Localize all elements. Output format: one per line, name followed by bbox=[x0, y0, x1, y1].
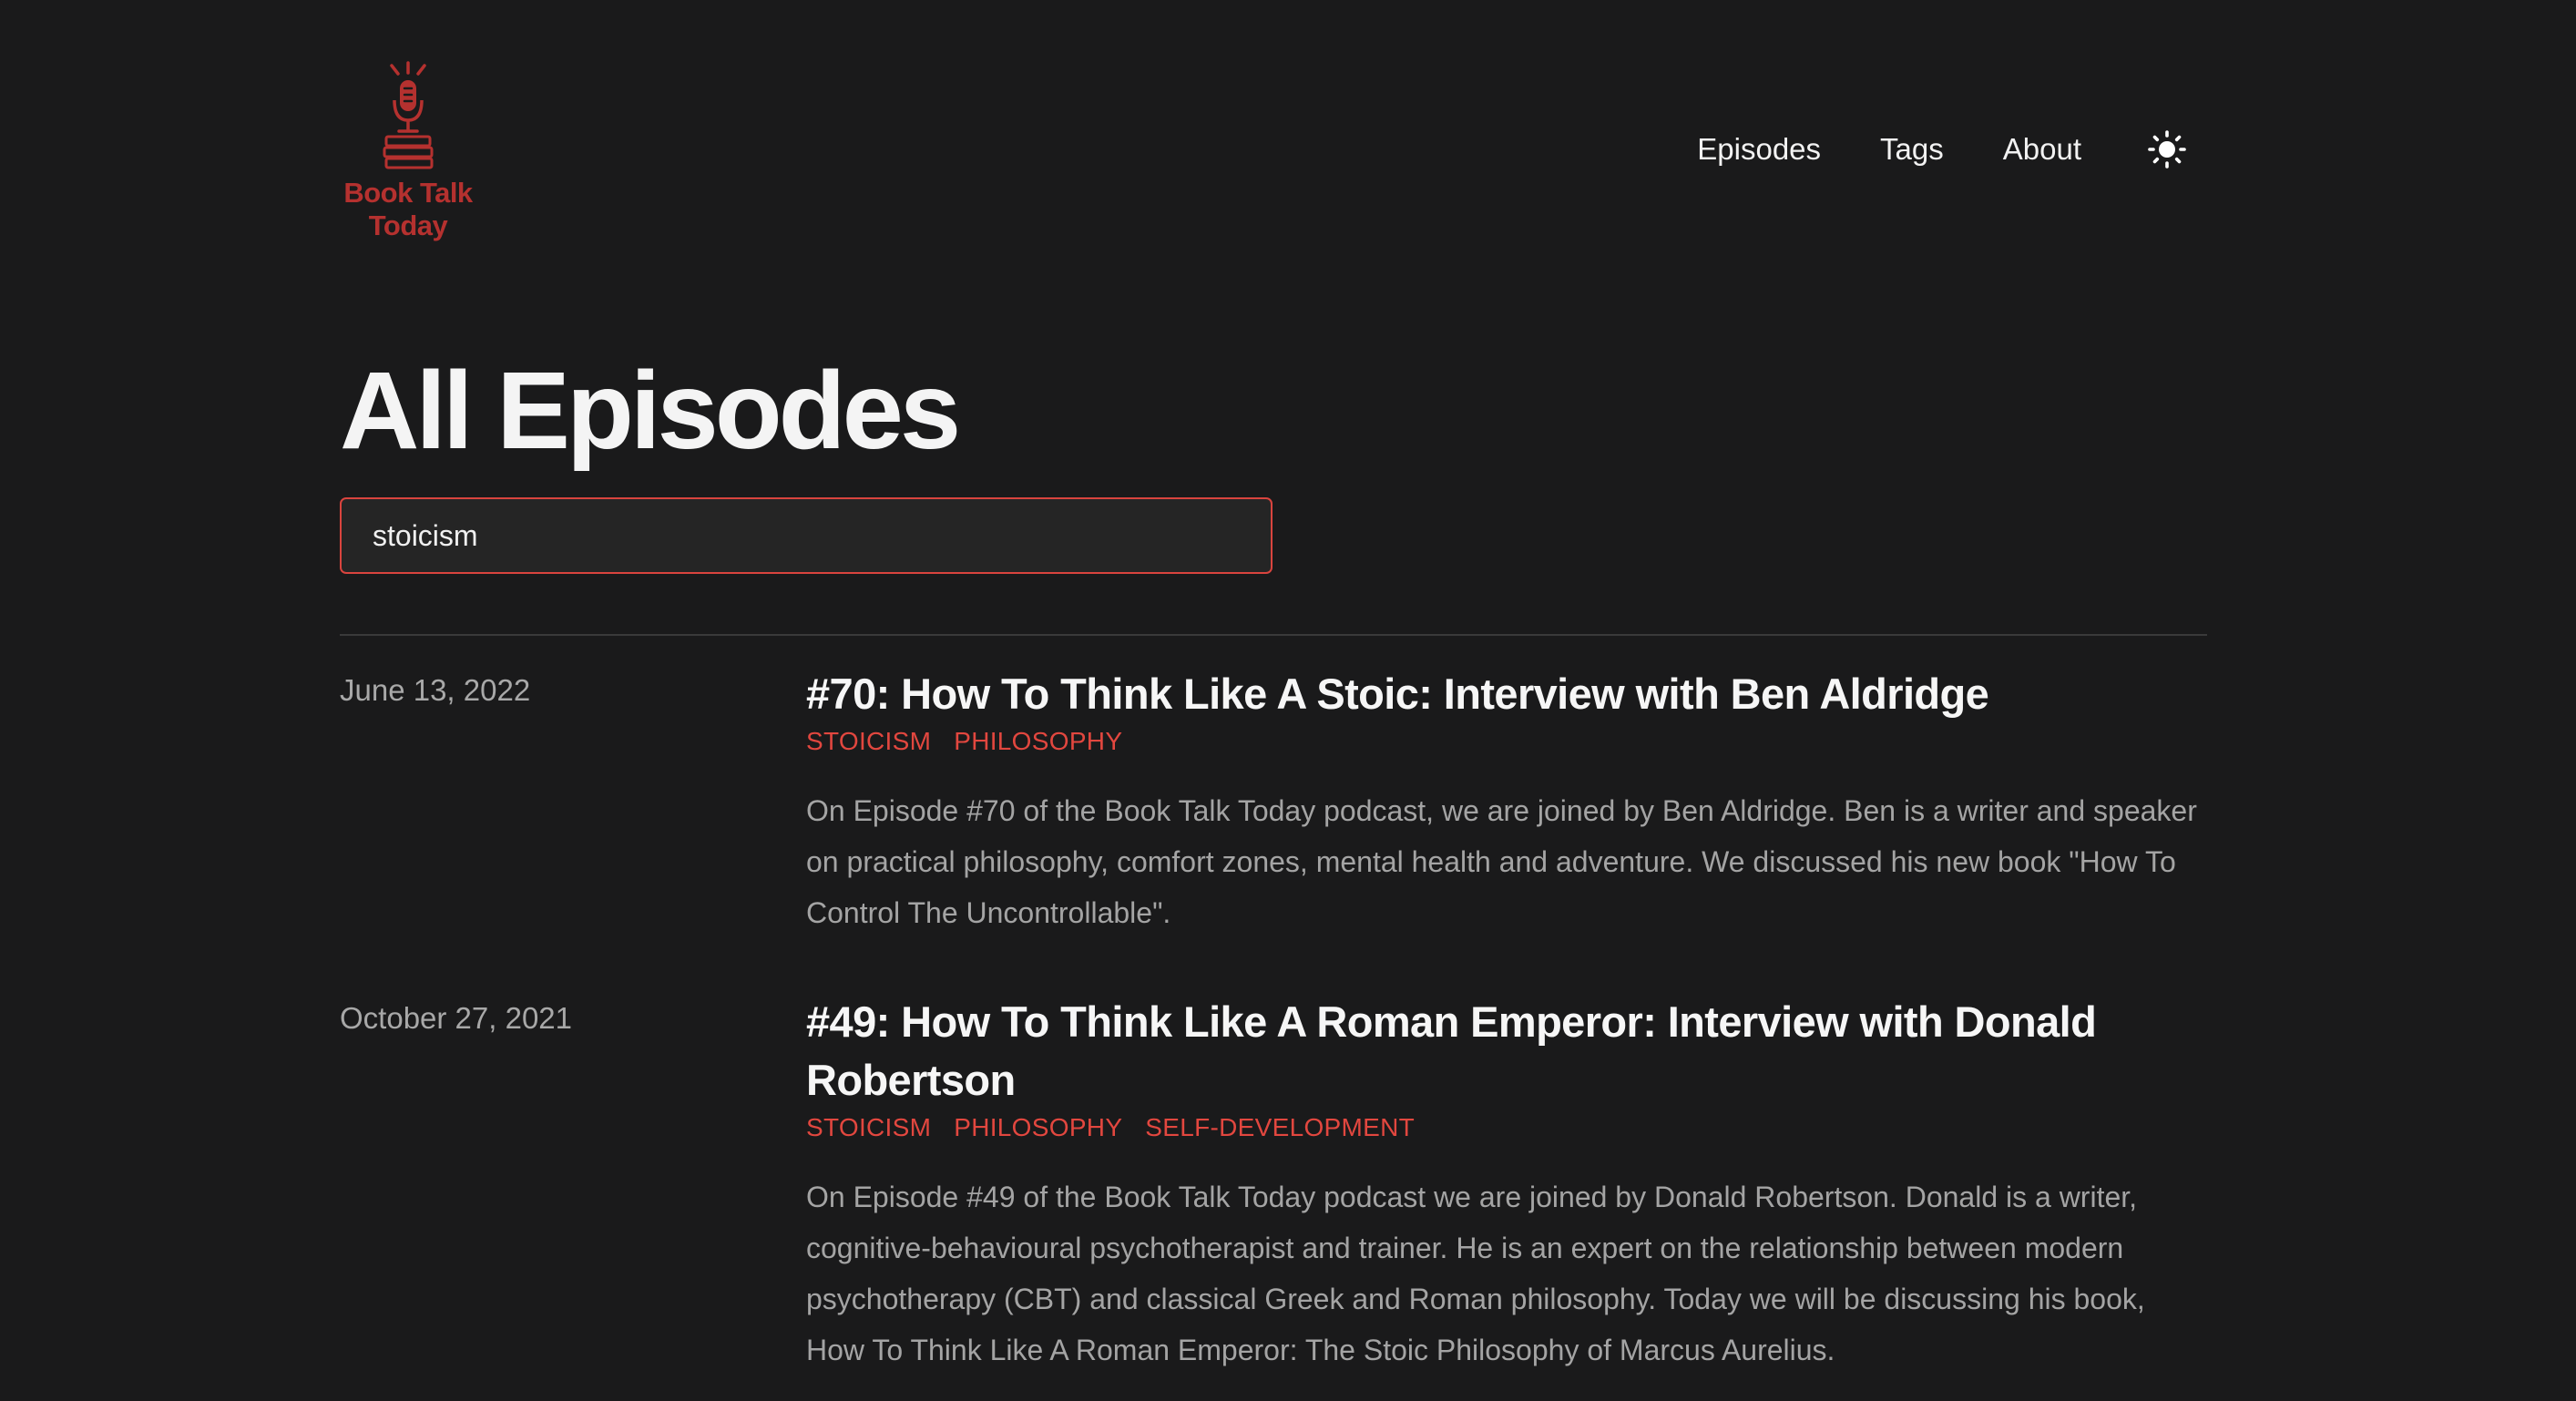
logo-text-line1: Book Talk bbox=[343, 177, 473, 209]
tag-self-development[interactable]: Self-Development bbox=[1145, 1110, 1415, 1146]
episode-body: #70: How To Think Like A Stoic: Intervie… bbox=[806, 665, 2207, 938]
episode-description: On Episode #49 of the Book Talk Today po… bbox=[806, 1181, 2145, 1366]
tag-stoicism[interactable]: Stoicism bbox=[806, 1110, 931, 1146]
site-header: Book Talk Today Episodes Tags About bbox=[340, 0, 2207, 264]
episode-tags: Stoicism Philosophy Self-Development bbox=[806, 1110, 2207, 1146]
page-title: All Episodes bbox=[340, 348, 961, 472]
nav-about-link[interactable]: About bbox=[2003, 131, 2081, 168]
page-container: Book Talk Today Episodes Tags About All … bbox=[340, 0, 2207, 1366]
site-logo[interactable]: Book Talk Today bbox=[340, 60, 476, 242]
episode-body: #49: How To Think Like A Roman Emperor: … bbox=[806, 993, 2207, 1375]
microphone-books-icon bbox=[383, 61, 434, 169]
tag-philosophy[interactable]: Philosophy bbox=[954, 723, 1122, 760]
divider bbox=[340, 634, 2207, 636]
episode-date: October 27, 2021 bbox=[340, 1001, 573, 1035]
tag-philosophy[interactable]: Philosophy bbox=[954, 1110, 1122, 1146]
logo-text-line2: Today bbox=[368, 210, 448, 241]
search-input[interactable] bbox=[340, 497, 1273, 574]
sun-icon bbox=[2148, 130, 2186, 169]
tag-stoicism[interactable]: Stoicism bbox=[806, 723, 931, 760]
episode-title-link[interactable]: #70: How To Think Like A Stoic: Intervie… bbox=[806, 665, 2207, 723]
nav-episodes-link[interactable]: Episodes bbox=[1697, 131, 1821, 168]
episode-description: On Episode #70 of the Book Talk Today po… bbox=[806, 794, 2197, 929]
episode-tags: Stoicism Philosophy bbox=[806, 723, 2207, 760]
episode-title-link[interactable]: #49: How To Think Like A Roman Emperor: … bbox=[806, 993, 2207, 1110]
nav-tags-link[interactable]: Tags bbox=[1880, 131, 1944, 168]
logo-text: Book Talk Today bbox=[340, 177, 476, 242]
main-nav: Episodes Tags About bbox=[1638, 128, 2207, 171]
theme-toggle-button[interactable] bbox=[2145, 128, 2189, 171]
episode-date: June 13, 2022 bbox=[340, 673, 531, 707]
